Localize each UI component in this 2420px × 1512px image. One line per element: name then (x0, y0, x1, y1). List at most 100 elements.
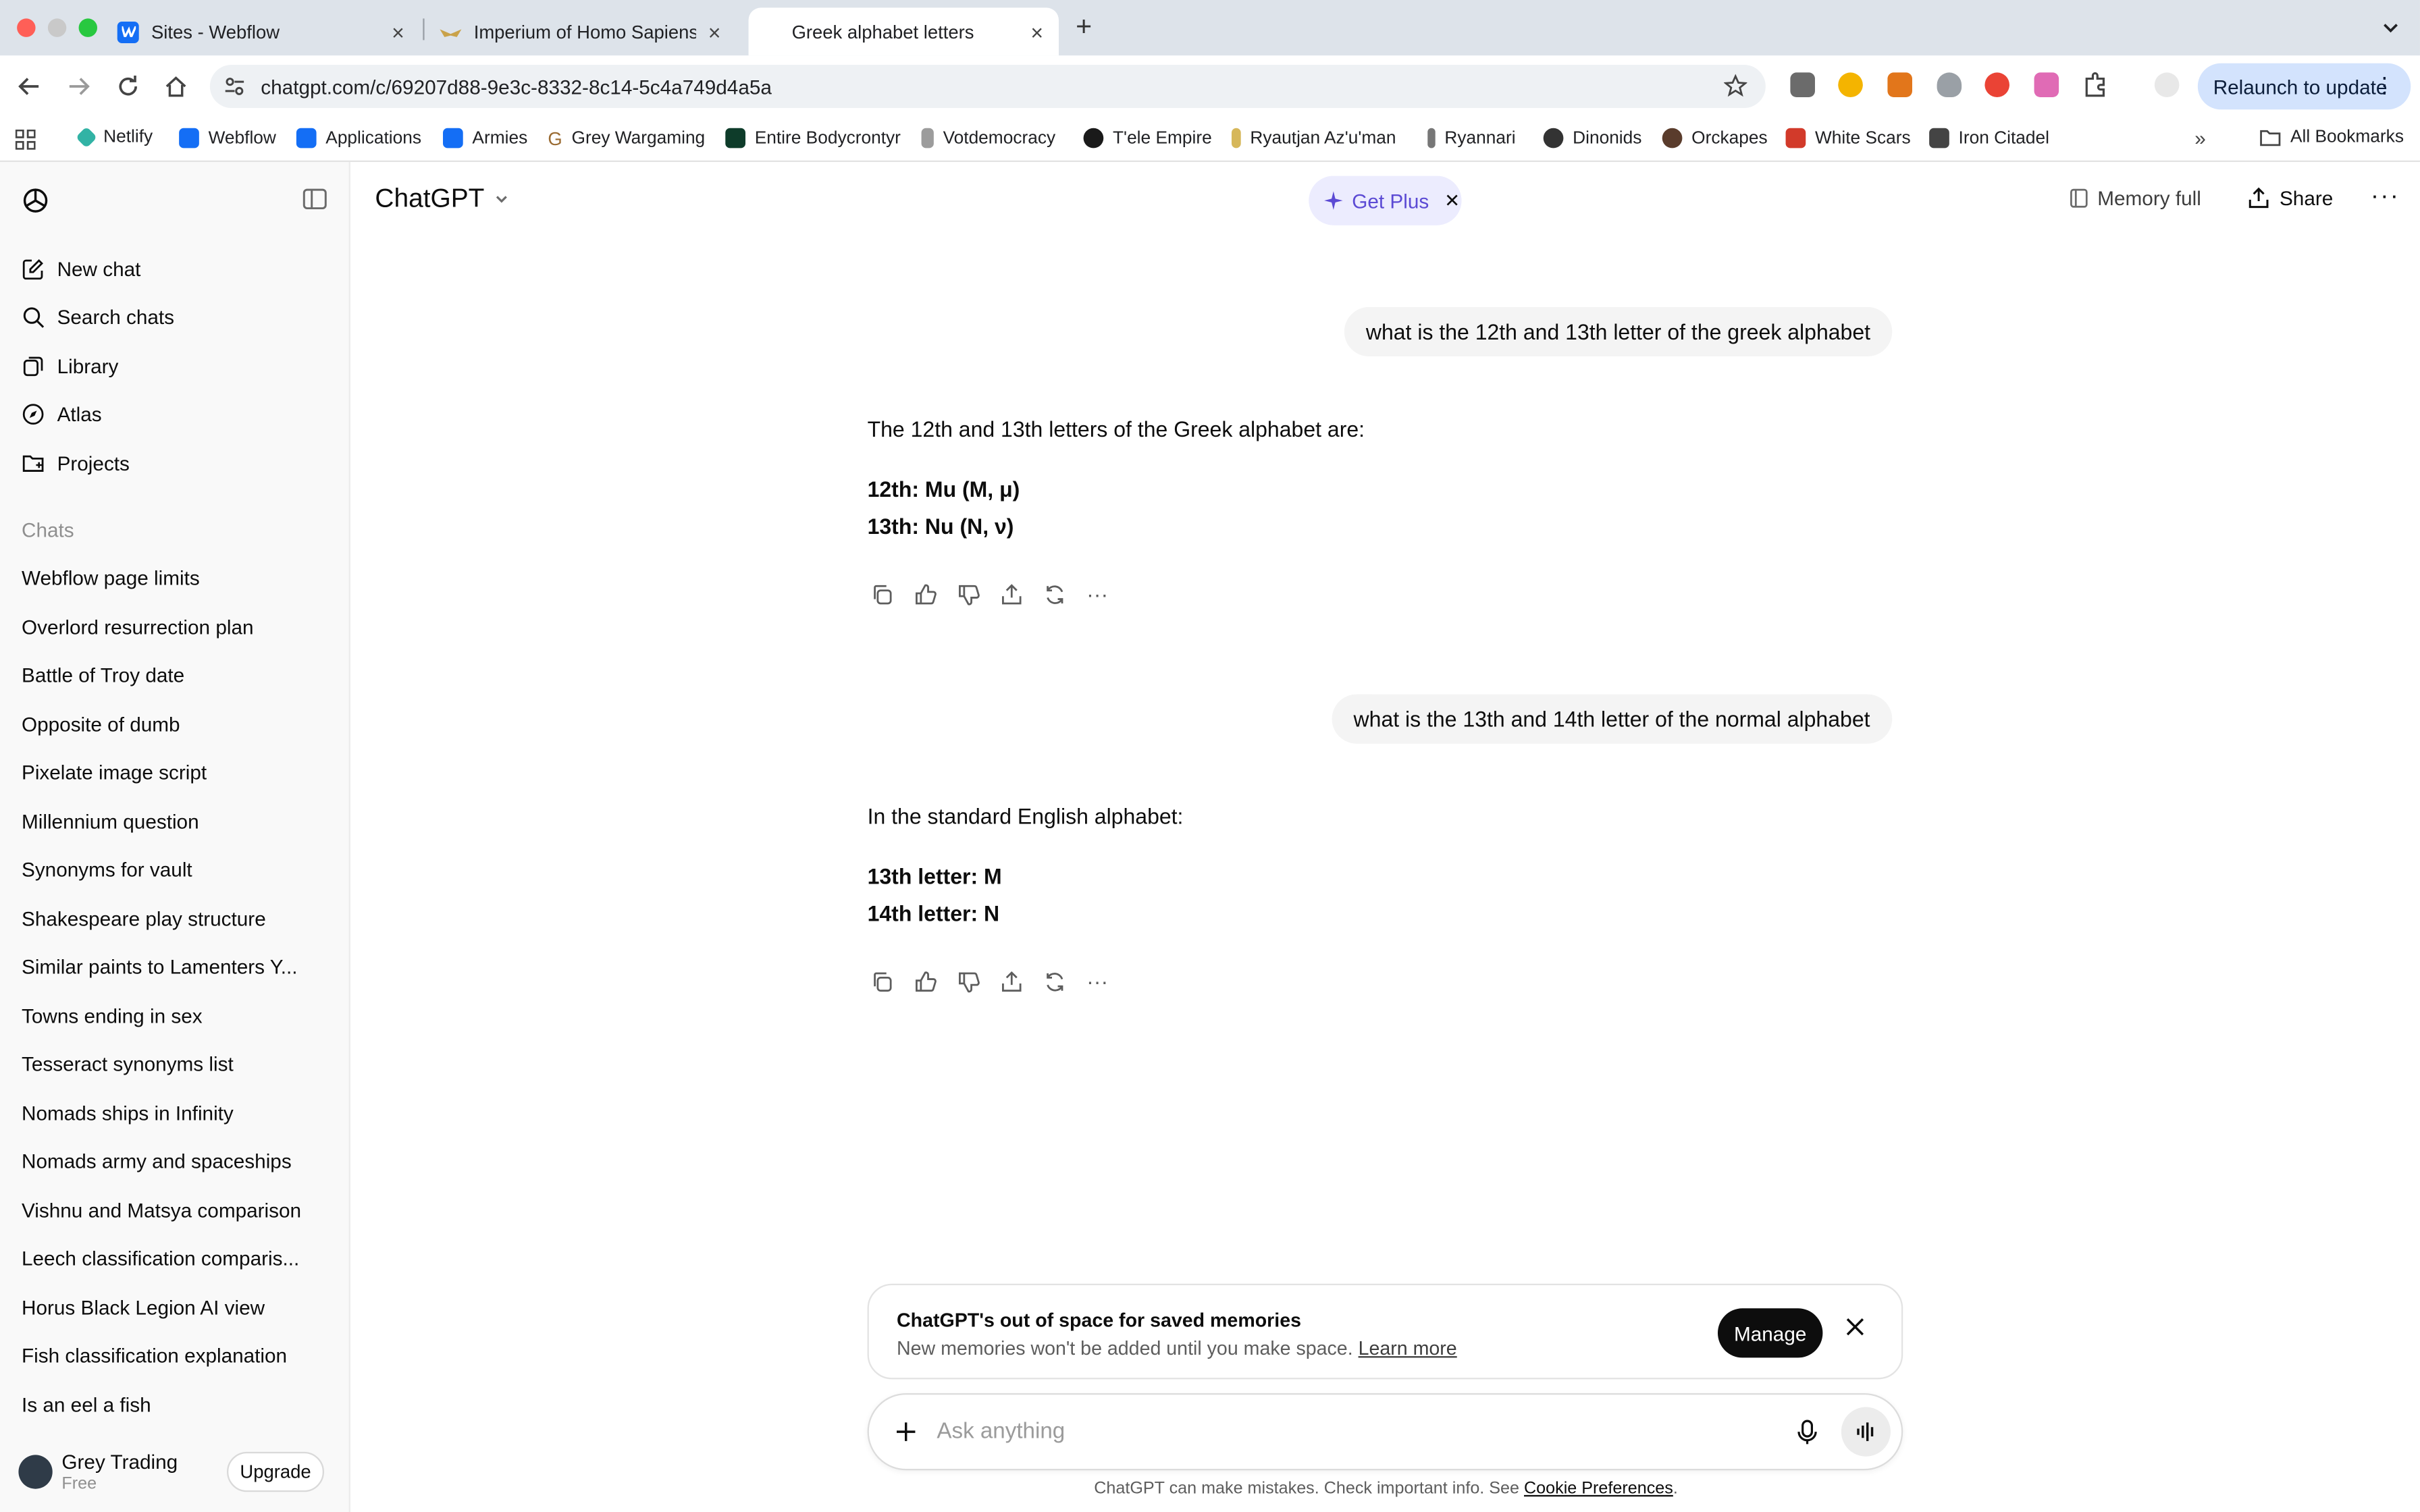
extension-icon[interactable] (1838, 72, 1863, 97)
chat-history-item[interactable]: Pixelate image script (22, 761, 207, 784)
new-chat-button[interactable]: New chat (22, 258, 140, 281)
regenerate-icon[interactable] (1041, 967, 1068, 995)
bookmark-netlify[interactable]: Netlify (75, 126, 153, 148)
relaunch-to-update-button[interactable]: Relaunch to update ⋮ (2197, 63, 2411, 110)
address-bar[interactable]: chatgpt.com/c/69207d88-9e3c-8332-8c14-5c… (209, 64, 1766, 108)
forward-icon[interactable] (63, 71, 95, 102)
chat-history-item[interactable]: Towns ending in sex (22, 1004, 203, 1027)
more-icon[interactable]: ··· (1084, 580, 1111, 608)
back-icon[interactable] (14, 71, 45, 102)
metamask-fox-icon[interactable] (1887, 72, 1912, 97)
close-banner-icon[interactable] (1846, 1318, 1864, 1336)
chat-history-item[interactable]: Tesseract synonyms list (22, 1052, 234, 1075)
all-bookmarks-folder[interactable]: All Bookmarks (2259, 128, 2404, 146)
chat-history-item[interactable]: Millennium question (22, 810, 199, 833)
bookmark-label: Webflow (208, 128, 276, 148)
share-icon[interactable] (997, 580, 1025, 608)
memory-full-indicator[interactable]: Memory full (2070, 187, 2201, 210)
model-selector[interactable]: ChatGPT (375, 184, 509, 215)
qr-extension-icon[interactable] (1790, 72, 1815, 97)
chat-history-item[interactable]: Horus Black Legion AI view (22, 1296, 265, 1319)
color-extension-icon[interactable] (1984, 72, 2009, 97)
minimize-window-button[interactable] (47, 18, 67, 37)
manage-memory-button[interactable]: Manage (1717, 1308, 1823, 1358)
bookmark-votdemocracy[interactable]: Votdemocracy (921, 128, 1055, 148)
voice-mode-button[interactable] (1841, 1407, 1891, 1457)
learn-more-link[interactable]: Learn more (1359, 1338, 1457, 1359)
thumbs-up-icon[interactable] (911, 967, 939, 995)
close-window-button[interactable] (17, 18, 36, 37)
bookmark-ryannari[interactable]: Ryannari (1427, 128, 1516, 148)
close-tab-icon[interactable]: × (1030, 20, 1043, 45)
upgrade-button[interactable]: Upgrade (226, 1451, 324, 1492)
user-account-row[interactable]: Grey Trading Free Upgrade (18, 1449, 333, 1498)
bookmark-iron-citadel[interactable]: Iron Citadel (1929, 128, 2049, 148)
share-button[interactable]: Share (2247, 187, 2333, 210)
prompt-input[interactable] (937, 1414, 1770, 1449)
profile-avatar-icon[interactable] (2154, 72, 2180, 97)
more-bookmarks-icon[interactable]: » (2194, 126, 2206, 149)
chat-history-item[interactable]: Similar paints to Lamenters Y... (22, 955, 297, 978)
chat-history-item[interactable]: Nomads army and spaceships (22, 1150, 292, 1172)
bookmark-orckapes[interactable]: Orckapes (1662, 128, 1768, 148)
thumbs-down-icon[interactable] (954, 580, 982, 608)
bookmark-armies[interactable]: Armies (442, 128, 527, 148)
maximize-window-button[interactable] (78, 18, 97, 37)
chat-history-item[interactable]: Leech classification comparis... (22, 1247, 299, 1270)
bookmark-applications[interactable]: Applications (296, 128, 421, 148)
microphone-icon[interactable] (1797, 1420, 1818, 1446)
more-icon[interactable]: ··· (1084, 967, 1111, 995)
new-tab-button[interactable]: + (1076, 11, 1092, 43)
chat-history-item[interactable]: Fish classification explanation (22, 1344, 287, 1367)
site-info-icon[interactable] (223, 76, 245, 97)
copy-icon[interactable] (868, 967, 895, 995)
thumbs-down-icon[interactable] (954, 967, 982, 995)
bookmark-grey-wargaming[interactable]: G Grey Wargaming (548, 128, 705, 150)
home-icon[interactable] (161, 71, 192, 102)
copy-icon[interactable] (868, 580, 895, 608)
bookmark-entire-bodycrontyr[interactable]: Entire Bodycrontyr (725, 128, 901, 148)
chat-history-item[interactable]: Battle of Troy date (22, 664, 184, 686)
bookmark-tele-empire[interactable]: T'ele Empire (1083, 128, 1212, 148)
bookmark-white-scars[interactable]: White Scars (1785, 128, 1911, 148)
bookmark-ryautjan[interactable]: Ryautjan Az'u'man (1231, 128, 1396, 148)
eyedropper-extension-icon[interactable] (2034, 72, 2059, 97)
shield-extension-icon[interactable] (1937, 72, 1962, 97)
share-icon[interactable] (997, 967, 1025, 995)
get-plus-button[interactable]: Get Plus ✕ (1309, 176, 1462, 225)
browser-tab[interactable]: Imperium of Homo Sapiens × (425, 7, 737, 55)
extensions-puzzle-icon[interactable] (2082, 71, 2109, 99)
close-tab-icon[interactable]: × (708, 20, 721, 45)
chat-history-item[interactable]: Opposite of dumb (22, 713, 180, 736)
chat-history-item[interactable]: Vishnu and Matsya comparison (22, 1199, 301, 1222)
cookie-preferences-link[interactable]: Cookie Preferences (1524, 1480, 1673, 1498)
browser-tab[interactable]: Sites - Webflow × (102, 7, 420, 55)
user-message: what is the 13th and 14th letter of the … (1332, 694, 1892, 744)
chat-history-item[interactable]: Synonyms for vault (22, 858, 192, 881)
atlas-button[interactable]: Atlas (22, 403, 102, 426)
library-button[interactable]: Library (22, 355, 118, 378)
close-icon[interactable]: ✕ (1444, 190, 1460, 211)
search-chats-button[interactable]: Search chats (22, 306, 174, 329)
bookmark-webflow[interactable]: Webflow (179, 128, 276, 148)
thumbs-up-icon[interactable] (911, 580, 939, 608)
bookmark-star-icon[interactable] (1724, 74, 1747, 97)
projects-button[interactable]: Projects (22, 452, 130, 475)
bookmark-dinonids[interactable]: Dinonids (1543, 128, 1641, 148)
openai-logo-icon[interactable] (22, 187, 49, 215)
add-attachment-icon[interactable] (893, 1420, 918, 1444)
banner-title: ChatGPT's out of space for saved memorie… (896, 1310, 1302, 1332)
tab-search-icon[interactable] (2380, 17, 2402, 38)
chat-history-item[interactable]: Shakespeare play structure (22, 907, 266, 930)
chat-history-item[interactable]: Is an eel a fish (22, 1393, 151, 1416)
browser-tab-active[interactable]: Greek alphabet letters × (748, 7, 1059, 56)
reload-icon[interactable] (113, 71, 144, 102)
chat-history-item[interactable]: Nomads ships in Infinity (22, 1102, 234, 1125)
apps-grid-icon[interactable] (15, 129, 36, 150)
toggle-sidebar-icon[interactable] (302, 188, 327, 210)
chat-history-item[interactable]: Webflow page limits (22, 566, 200, 589)
more-options-icon[interactable]: ··· (2371, 184, 2400, 211)
regenerate-icon[interactable] (1041, 580, 1068, 608)
chat-history-item[interactable]: Overlord resurrection plan (22, 616, 254, 639)
close-tab-icon[interactable]: × (392, 20, 404, 45)
